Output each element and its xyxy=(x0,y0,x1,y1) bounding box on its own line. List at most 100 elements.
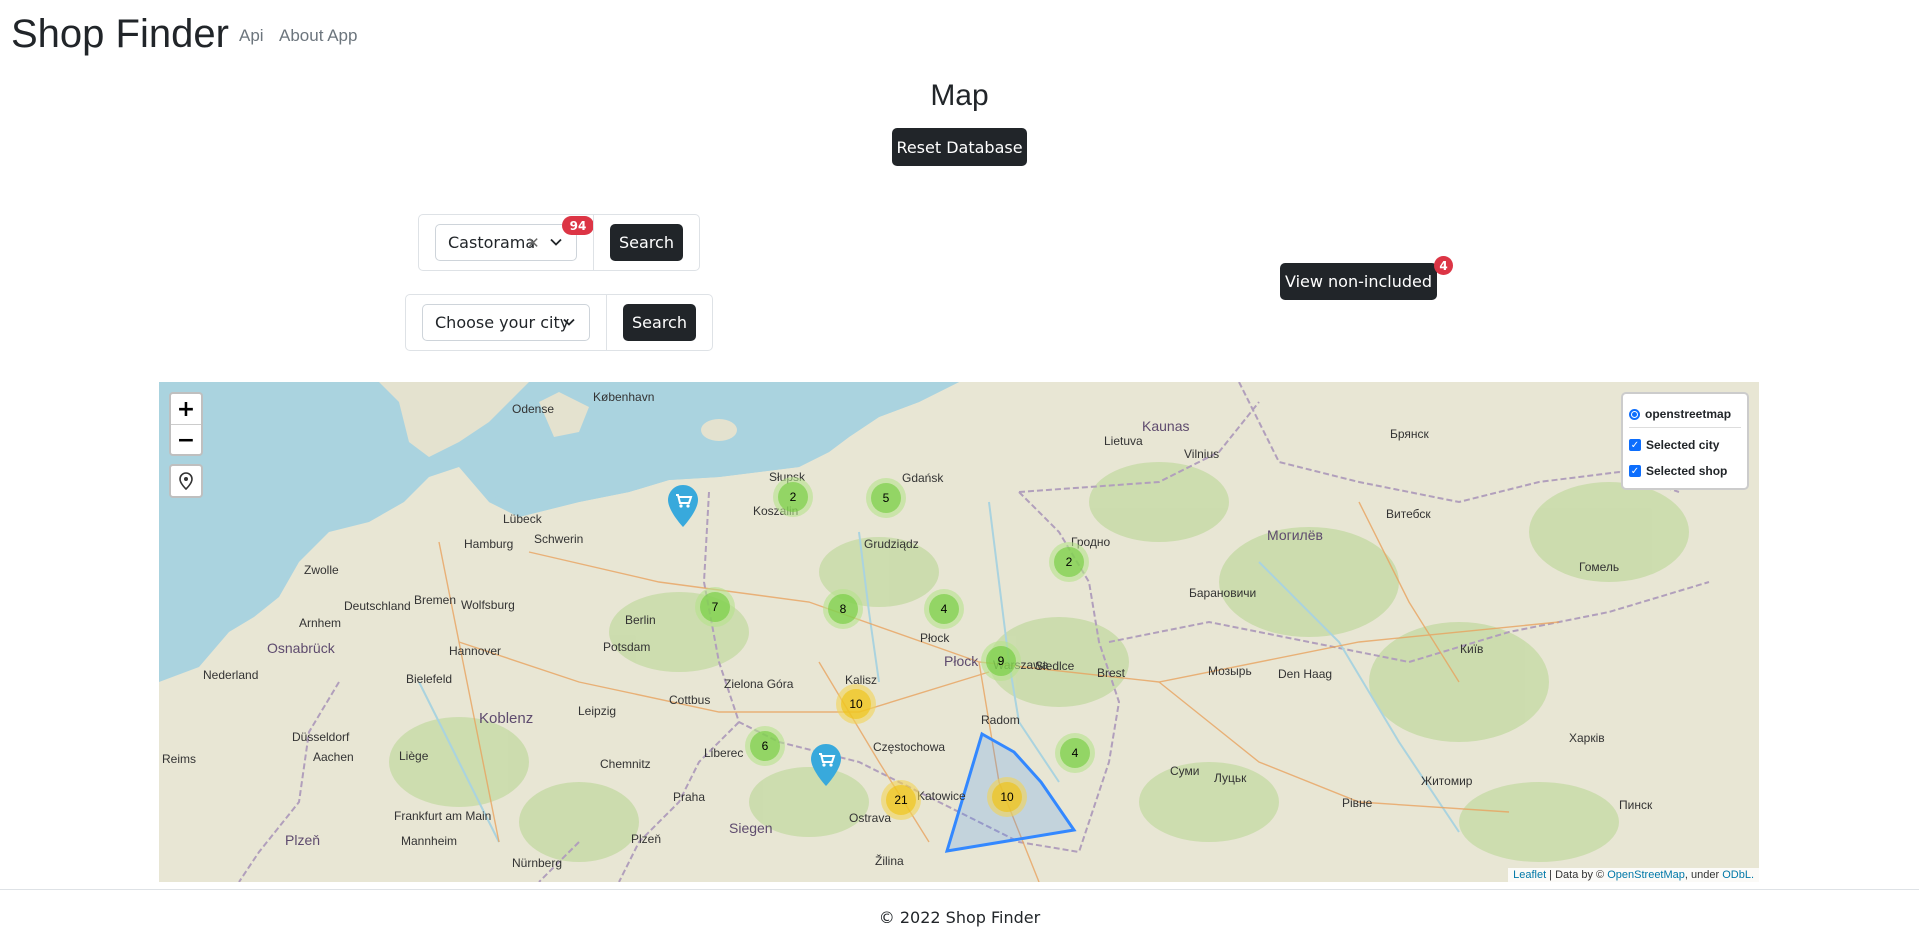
osm-link[interactable]: OpenStreetMap xyxy=(1607,869,1685,881)
map-label: Koblenz xyxy=(479,710,534,727)
map-label: Płock xyxy=(944,653,979,669)
map-label: Radom xyxy=(981,713,1020,727)
locate-button[interactable] xyxy=(169,464,203,498)
cluster-count: 5 xyxy=(871,483,901,513)
map-label: Odense xyxy=(512,402,555,416)
radio-selected-icon[interactable] xyxy=(1629,408,1640,420)
cluster-count: 9 xyxy=(986,646,1016,676)
reset-database-button[interactable]: Reset Database xyxy=(892,128,1027,166)
leaflet-link[interactable]: Leaflet xyxy=(1513,869,1546,881)
city-select[interactable]: Choose your city xyxy=(422,304,590,341)
map-label: Рівне xyxy=(1342,796,1373,810)
checkbox-checked-icon[interactable]: ✓ xyxy=(1629,465,1641,477)
map-label: Hamburg xyxy=(464,537,514,551)
cluster-count: 4 xyxy=(1060,738,1090,768)
map-label: Deutschland xyxy=(344,599,411,613)
zoom-in-button[interactable]: + xyxy=(171,394,201,425)
city-search-group: Choose your city Search xyxy=(405,294,713,351)
map-label: Potsdam xyxy=(603,640,651,654)
city-search-button[interactable]: Search xyxy=(623,304,696,341)
checkbox-checked-icon[interactable]: ✓ xyxy=(1629,439,1641,451)
shop-marker-icon[interactable] xyxy=(811,744,841,791)
map-label: Kaunas xyxy=(1142,418,1190,434)
map-label: Siegen xyxy=(729,820,773,836)
map-label: Cottbus xyxy=(669,693,711,707)
navbar: Shop Finder Api About App xyxy=(0,0,1919,70)
layers-divider xyxy=(1629,427,1741,428)
map-label: Lübeck xyxy=(503,512,542,526)
map-label: Житомир xyxy=(1421,774,1473,788)
nav-link-api[interactable]: Api xyxy=(239,25,264,47)
overlay-option-shop[interactable]: ✓ Selected shop xyxy=(1629,464,1727,478)
map-label: Суми xyxy=(1170,764,1200,778)
brand-logo[interactable]: Shop Finder xyxy=(11,9,229,59)
map-label: Zielona Góra xyxy=(724,677,794,691)
map-label: Vilnius xyxy=(1184,447,1220,461)
non-included-badge: 4 xyxy=(1434,256,1453,275)
shop-search-button[interactable]: Search xyxy=(610,224,683,261)
shop-marker-icon[interactable] xyxy=(668,485,698,532)
map-label: Frankfurt am Main xyxy=(394,809,492,823)
map-label: Київ xyxy=(1460,642,1484,656)
map-label: Plzeň xyxy=(631,832,662,846)
map-label: Den Haag xyxy=(1278,667,1333,681)
map-label: Ostrava xyxy=(849,811,892,825)
cluster-marker[interactable]: 4 xyxy=(1055,733,1095,773)
cluster-count: 4 xyxy=(929,594,959,624)
cluster-marker[interactable]: 10 xyxy=(836,684,876,724)
cluster-marker[interactable]: 10 xyxy=(987,777,1027,817)
cluster-count: 21 xyxy=(886,785,916,815)
map-container[interactable]: Płock Koblenz Siegen Osnabrück Могилёв K… xyxy=(159,382,1759,882)
cluster-marker[interactable]: 4 xyxy=(924,589,964,629)
cluster-marker[interactable]: 9 xyxy=(981,641,1021,681)
odbl-link[interactable]: ODbL. xyxy=(1722,869,1754,881)
map-tiles xyxy=(159,382,1759,882)
cluster-marker[interactable]: 2 xyxy=(1049,542,1089,582)
page-title: Map xyxy=(930,79,989,112)
map-label: Brest xyxy=(1097,666,1126,680)
map-label: Praha xyxy=(673,790,706,804)
map-label: Nürnberg xyxy=(512,856,563,870)
cluster-count: 2 xyxy=(778,482,808,512)
map-label: Chemnitz xyxy=(600,757,651,771)
map-label: Siedlce xyxy=(1035,659,1075,673)
shop-select[interactable]: Castorama ✕ xyxy=(435,224,577,261)
map-label: Барановичи xyxy=(1189,586,1257,600)
map-label: Брянск xyxy=(1390,427,1429,441)
footer-text: © 2022 Shop Finder xyxy=(878,908,1041,927)
map-label: Харків xyxy=(1569,731,1605,745)
cluster-marker[interactable]: 6 xyxy=(745,726,785,766)
map-label: Mannheim xyxy=(401,834,458,848)
base-layer-label: openstreetmap xyxy=(1645,407,1732,421)
group-divider xyxy=(593,215,594,270)
cluster-count: 6 xyxy=(750,731,780,761)
cluster-count: 10 xyxy=(992,782,1022,812)
clear-icon[interactable]: ✕ xyxy=(527,234,540,252)
zoom-control: + − xyxy=(169,392,203,456)
shop-select-value: Castorama xyxy=(448,233,536,252)
view-non-included-button[interactable]: View non-included xyxy=(1280,263,1437,300)
map-label: Reims xyxy=(162,752,197,766)
overlay-label: Selected city xyxy=(1646,438,1720,452)
cluster-marker[interactable]: 7 xyxy=(695,587,735,627)
map-label: Katowice xyxy=(917,789,966,803)
overlay-option-city[interactable]: ✓ Selected city xyxy=(1629,438,1719,452)
cluster-count: 7 xyxy=(700,592,730,622)
nav-link-about[interactable]: About App xyxy=(279,25,357,47)
map-label: Lietuva xyxy=(1104,434,1143,448)
cluster-marker[interactable]: 2 xyxy=(773,477,813,517)
footer-divider xyxy=(0,889,1919,890)
map-label: Płock xyxy=(920,631,950,645)
map-label: Nederland xyxy=(203,668,259,682)
shop-search-group: Castorama ✕ 94 Search xyxy=(418,214,700,271)
cluster-marker[interactable]: 21 xyxy=(881,780,921,820)
cluster-marker[interactable]: 8 xyxy=(823,589,863,629)
map-label: Мозырь xyxy=(1208,664,1252,678)
map-label: Пинск xyxy=(1619,798,1653,812)
cluster-marker[interactable]: 5 xyxy=(866,478,906,518)
cluster-count: 8 xyxy=(828,594,858,624)
zoom-out-button[interactable]: − xyxy=(171,425,201,455)
base-layer-option[interactable]: openstreetmap xyxy=(1629,407,1731,421)
location-pin-icon xyxy=(179,472,193,490)
overlay-label: Selected shop xyxy=(1646,464,1728,478)
